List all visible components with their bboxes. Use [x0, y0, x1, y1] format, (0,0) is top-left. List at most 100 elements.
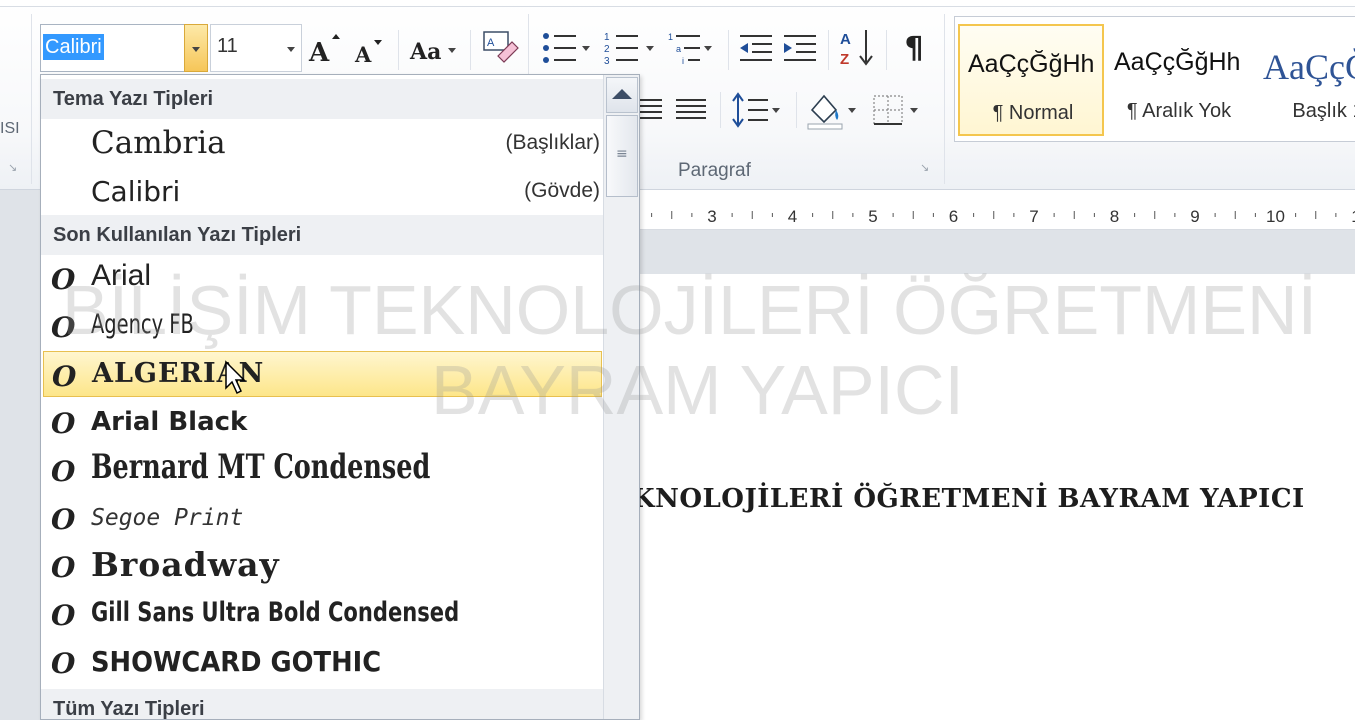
group-separator [31, 14, 32, 184]
clear-formatting-button[interactable]: A [478, 26, 522, 70]
paragraph-group-label: Paragraf [678, 160, 751, 181]
svg-text:A: A [840, 31, 851, 48]
grow-font-button[interactable]: A [306, 30, 342, 70]
font-option-role: (Gövde) [524, 179, 600, 202]
increase-indent-button[interactable] [780, 28, 820, 68]
ruler-number: 9 [1190, 207, 1199, 226]
font-name-combo[interactable]: Calibri [40, 24, 208, 72]
svg-text:2: 2 [604, 44, 610, 55]
style-name: ¶ Normal [992, 102, 1074, 124]
separator [796, 92, 797, 128]
paint-bucket-icon [807, 94, 856, 130]
font-option-broadway[interactable]: O Broadway [43, 543, 602, 589]
theme-fonts-header: Tema Yazı Tipleri [41, 79, 604, 119]
font-option-cambria[interactable]: Cambria (Başlıklar) [41, 119, 604, 165]
opentype-font-icon: O [51, 455, 76, 488]
opentype-font-icon: O [51, 647, 76, 680]
style-name: ¶ Aralık Yok [1126, 100, 1232, 122]
align-left-button[interactable] [640, 92, 664, 128]
page-gap [640, 230, 1355, 274]
shrink-font-icon: A [354, 40, 382, 67]
font-option-segoe-print[interactable]: O Segoe Print [43, 495, 602, 541]
font-option-showcard-gothic[interactable]: O SHOWCARD GOTHIC [43, 639, 602, 685]
separator [720, 92, 721, 128]
decrease-indent-icon [740, 35, 772, 61]
ruler-number: 7 [1029, 207, 1038, 226]
font-option-algerian[interactable]: O ALGERIAN [43, 351, 602, 397]
font-option-name: Cambria [91, 125, 226, 161]
ruler-ticks: 3 4 5 6 7 8 9 10 1 [651, 207, 1355, 226]
style-sample: AaÇçĞ [1263, 47, 1355, 87]
opentype-font-icon: O [51, 311, 76, 344]
font-option-name: Calibri [91, 175, 181, 208]
font-option-name: Bernard MT Condensed [91, 447, 431, 487]
svg-text:i: i [682, 56, 684, 66]
separator [470, 30, 471, 70]
change-case-icon: Aa [409, 39, 456, 65]
style-sample: AaÇçĞğHh [968, 50, 1095, 78]
font-dropdown-list[interactable]: Tema Yazı Tipleri Cambria (Başlıklar) Ca… [40, 74, 640, 720]
opentype-font-icon: O [52, 360, 77, 393]
font-option-calibri[interactable]: Calibri (Gövde) [41, 167, 604, 213]
document-text[interactable]: KNOLOJİLERİ ÖĞRETMENİ BAYRAM YAPICI [632, 484, 1305, 514]
ruler-number: 1 [1351, 207, 1355, 226]
increase-indent-icon [784, 35, 816, 61]
chevron-down-icon [192, 47, 200, 52]
grow-font-icon: A [308, 34, 340, 68]
multilevel-list-button[interactable]: 1 a i [666, 28, 718, 68]
font-name-dropdown-button[interactable] [184, 24, 208, 72]
svg-text:A: A [354, 42, 372, 67]
borders-button[interactable] [870, 90, 926, 132]
align-justify-icon [676, 99, 706, 119]
numbering-button[interactable]: 1 2 3 [602, 28, 662, 68]
style-normal[interactable]: AaÇçĞğHh ¶ Normal [958, 24, 1104, 136]
font-option-gill-sans-ultra-bold-condensed[interactable]: O Gill Sans Ultra Bold Condensed [43, 591, 602, 637]
paragraph-launcher-icon[interactable]: ↘ [920, 162, 932, 174]
horizontal-ruler[interactable]: 3 4 5 6 7 8 9 10 1 [640, 200, 1355, 230]
svg-text:1: 1 [668, 32, 673, 42]
bullets-button[interactable] [538, 28, 598, 68]
all-fonts-header: Tüm Yazı Tipleri [41, 689, 604, 719]
shrink-font-button[interactable]: A [352, 30, 386, 70]
font-size-value[interactable]: 11 [217, 35, 238, 58]
svg-text:1: 1 [604, 32, 610, 43]
opentype-font-icon: O [51, 551, 76, 584]
left-gutter [0, 190, 40, 720]
font-option-name: Arial [91, 259, 152, 292]
grip-icon: ≡ [616, 146, 628, 162]
font-option-name: Agency FB [91, 309, 194, 340]
font-option-arial[interactable]: O Arial [43, 255, 602, 301]
font-option-name: Gill Sans Ultra Bold Condensed [91, 597, 460, 628]
bullet-list-icon [543, 33, 590, 63]
opentype-font-icon: O [51, 599, 76, 632]
sort-az-icon: A Z [840, 30, 873, 68]
numbered-list-icon: 1 2 3 [604, 32, 654, 67]
svg-text:Z: Z [840, 51, 849, 68]
font-option-name: Segoe Print [91, 505, 244, 531]
svg-text:a: a [676, 44, 681, 54]
style-no-spacing[interactable]: AaÇçĞğHh ¶ Aralık Yok [1106, 24, 1252, 136]
scroll-up-arrow-icon[interactable] [606, 77, 638, 113]
font-option-name: Arial Black [91, 407, 248, 437]
change-case-button[interactable]: Aa [406, 30, 462, 70]
sort-button[interactable]: A Z [838, 26, 878, 70]
show-hide-marks-button[interactable]: ¶ [896, 28, 932, 68]
opentype-font-icon: O [51, 263, 76, 296]
decrease-indent-button[interactable] [736, 28, 776, 68]
left-group-launcher-icon[interactable]: ↘ [8, 162, 20, 174]
style-name: Başlık 1 [1292, 100, 1355, 122]
font-option-arial-black[interactable]: O Arial Black [43, 399, 602, 445]
style-heading-1[interactable]: AaÇçĞ Başlık 1 [1255, 24, 1355, 136]
font-size-combo[interactable]: 11 [210, 24, 302, 72]
justify-button[interactable] [672, 92, 710, 128]
ruler-number: 3 [707, 207, 716, 226]
font-option-bernard-mt-condensed[interactable]: O Bernard MT Condensed [43, 447, 602, 493]
svg-text:3: 3 [604, 56, 610, 67]
scrollbar-thumb[interactable]: ≡ [606, 115, 638, 197]
line-spacing-button[interactable] [730, 90, 786, 130]
shading-button[interactable] [804, 90, 862, 132]
opentype-font-icon: O [51, 503, 76, 536]
dropdown-scrollbar[interactable]: ≡ [603, 75, 639, 719]
font-name-value[interactable]: Calibri [43, 34, 104, 60]
font-option-agency-fb[interactable]: O Agency FB [43, 303, 602, 349]
